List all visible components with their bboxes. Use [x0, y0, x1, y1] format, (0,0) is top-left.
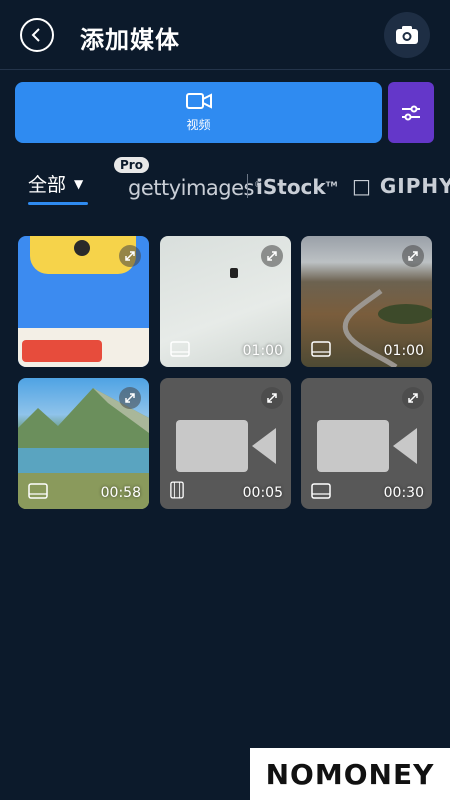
tab-active-indicator	[28, 202, 88, 205]
video-button-label: 视频	[186, 118, 211, 132]
watermark-text: NOMONEY	[265, 757, 435, 791]
tab-istock[interactable]: iStockTM	[256, 175, 337, 199]
pro-badge: Pro	[114, 157, 149, 173]
media-thumb[interactable]: 01:00	[301, 236, 432, 367]
media-thumb[interactable]: 00:30	[301, 378, 432, 509]
chevron-down-icon: ▼	[74, 176, 84, 191]
tab-all[interactable]: 全部 ▼	[28, 170, 83, 197]
page-title: 添加媒体	[80, 26, 180, 54]
expand-icon[interactable]	[261, 245, 283, 267]
video-button[interactable]: 视频	[15, 82, 382, 143]
thumb-subject	[230, 268, 238, 278]
film-type-icon	[170, 481, 184, 499]
tab-giphy[interactable]: □ GIPHY	[352, 174, 450, 198]
duration-label: 00:58	[100, 485, 141, 501]
media-thumb[interactable]: 01:00	[160, 236, 291, 367]
video-placeholder-icon	[317, 420, 417, 472]
video-camera-icon	[185, 93, 212, 109]
expand-icon[interactable]	[402, 387, 424, 409]
giphy-logo: GIPHY	[379, 174, 450, 198]
duration-label: 01:00	[383, 343, 424, 359]
thumb-ad	[22, 340, 102, 362]
media-thumb[interactable]	[18, 236, 149, 367]
image-type-icon	[311, 483, 331, 499]
gettyimages-logo: gettyimages	[128, 176, 255, 200]
video-placeholder-icon	[176, 420, 276, 472]
filter-button[interactable]	[388, 82, 434, 143]
tab-all-label: 全部	[28, 174, 67, 196]
play-icon	[74, 240, 90, 256]
duration-label: 00:05	[242, 485, 283, 501]
istock-logo: iStock	[256, 175, 326, 199]
back-button[interactable]	[20, 18, 54, 52]
image-type-icon	[28, 483, 48, 499]
header-bar: 添加媒体	[0, 0, 450, 70]
media-thumb[interactable]: 00:05	[160, 378, 291, 509]
duration-label: 01:00	[242, 343, 283, 359]
camera-icon	[396, 26, 418, 44]
logo-divider	[247, 174, 248, 198]
image-type-icon	[311, 341, 331, 357]
tab-gettyimages[interactable]: gettyimages®	[128, 176, 262, 200]
image-type-icon	[170, 341, 190, 357]
expand-icon[interactable]	[119, 387, 141, 409]
chevron-left-icon	[31, 28, 40, 42]
watermark-logo: NOMONEY	[250, 748, 450, 800]
expand-icon[interactable]	[261, 387, 283, 409]
expand-icon[interactable]	[119, 245, 141, 267]
camera-button[interactable]	[384, 12, 430, 58]
sliders-icon	[402, 105, 420, 120]
expand-icon[interactable]	[402, 245, 424, 267]
duration-label: 00:30	[383, 485, 424, 501]
media-thumb[interactable]: 00:58	[18, 378, 149, 509]
